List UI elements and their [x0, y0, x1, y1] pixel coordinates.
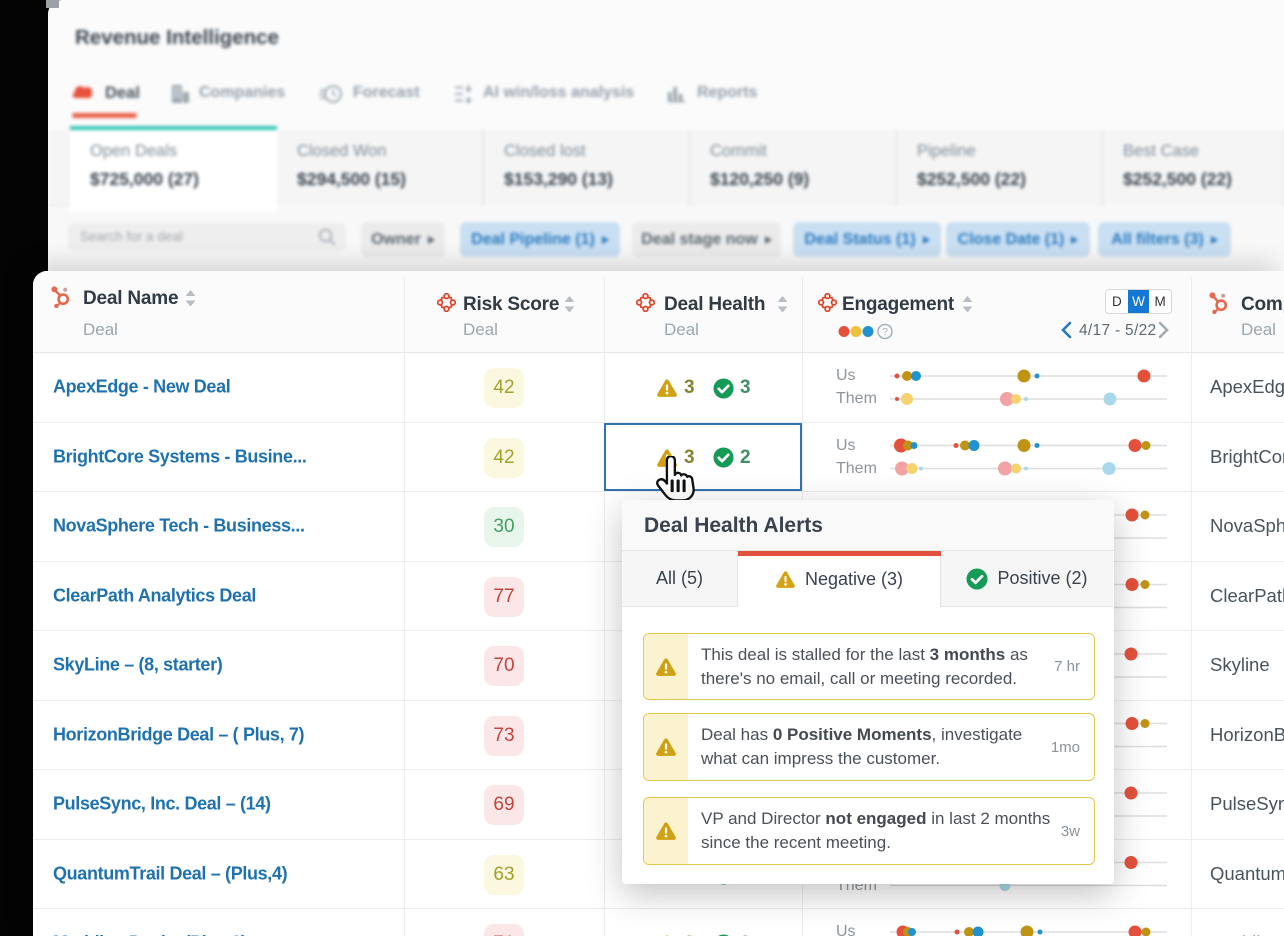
svg-text:?: ?: [882, 326, 888, 338]
